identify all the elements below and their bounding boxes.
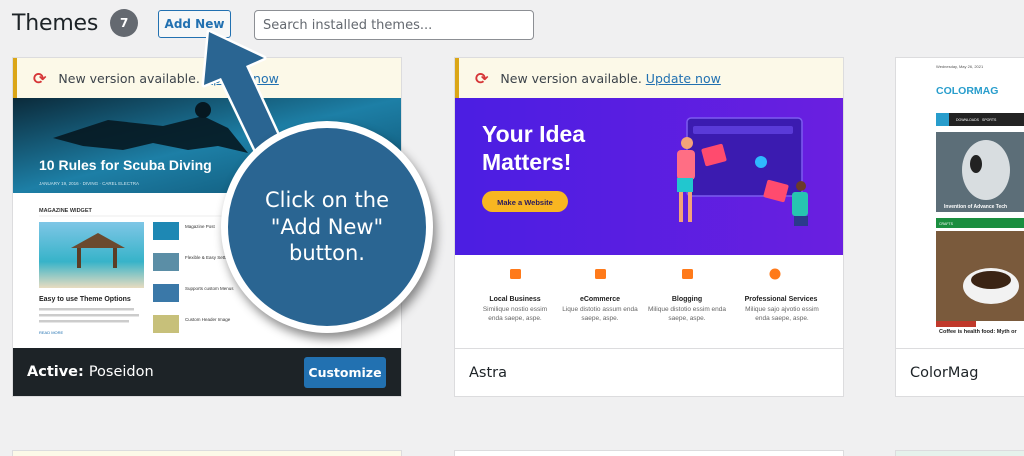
page-title: Themes [12,10,99,36]
svg-text:Magazine Post: Magazine Post [185,224,216,229]
update-notice: ⟳ New version available. Update now [455,58,843,98]
svg-text:SPORTS: SPORTS [982,118,997,122]
svg-text:Invention of Advance Tech: Invention of Advance Tech [944,204,1007,210]
theme-footer: Astra [455,348,843,396]
svg-text:COLORMAG: COLORMAG [936,85,998,97]
theme-footer: ColorMag [896,348,1024,396]
svg-text:JANUARY 19, 2016 · DIVING ·: JANUARY 19, 2016 · DIVING · CAREL ELECTR… [39,181,139,186]
callout-bubble: Click on the "Add New" button. [221,121,433,333]
svg-text:MAGAZINE WIDGET: MAGAZINE WIDGET [39,208,92,214]
theme-name: ColorMag [910,364,979,381]
theme-count-badge: 7 [110,9,139,37]
theme-card-peek [454,450,844,456]
svg-text:Matters!: Matters! [482,149,571,175]
svg-text:Easy to use Theme Options: Easy to use Theme Options [39,296,131,303]
update-icon: ⟳ [33,68,47,88]
svg-text:Coffee is health food: Myth or: Coffee is health food: Myth or [939,329,1017,335]
update-icon: ⟳ [475,68,489,88]
theme-name: Astra [469,364,508,381]
update-now-link[interactable]: Update now [646,71,721,86]
svg-text:Your Idea: Your Idea [482,121,585,147]
preview-hero-title: 10 Rules for Scuba Diving [39,157,212,173]
theme-footer: Active: Poseidon Customize [13,348,401,396]
svg-text:READ MORE: READ MORE [39,330,64,335]
svg-text:Supports custom Menus: Supports custom Menus [185,286,234,291]
active-label: Active: [27,364,84,380]
svg-text:Custom Header Image: Custom Header Image [185,317,231,322]
theme-card-colormag[interactable]: Wednesday, May 26, 2021 COLORMAG DOWNLOA… [895,57,1024,397]
page-header: Themes 7 [12,9,139,37]
svg-text:eCommerce: eCommerce [580,296,620,303]
customize-button[interactable]: Customize [304,357,386,388]
theme-card-peek [895,450,1024,456]
svg-text:Make a Website: Make a Website [497,198,553,207]
svg-text:Local Business: Local Business [489,296,540,303]
theme-screenshot[interactable]: Your Idea Matters! Make a Website Local … [455,98,843,349]
svg-text:Wednesday, May 26, 2021: Wednesday, May 26, 2021 [936,64,984,69]
theme-card-astra[interactable]: ⟳ New version available. Update now Your… [454,57,844,397]
theme-screenshot[interactable]: Wednesday, May 26, 2021 COLORMAG DOWNLOA… [896,58,1024,349]
theme-card-peek [12,450,402,456]
svg-text:Professional Services: Professional Services [745,296,818,303]
theme-name: Poseidon [88,364,154,380]
svg-text:CRAFTS: CRAFTS [939,222,954,226]
svg-text:DOWNLOADS: DOWNLOADS [956,118,980,122]
svg-text:Blogging: Blogging [672,296,702,303]
